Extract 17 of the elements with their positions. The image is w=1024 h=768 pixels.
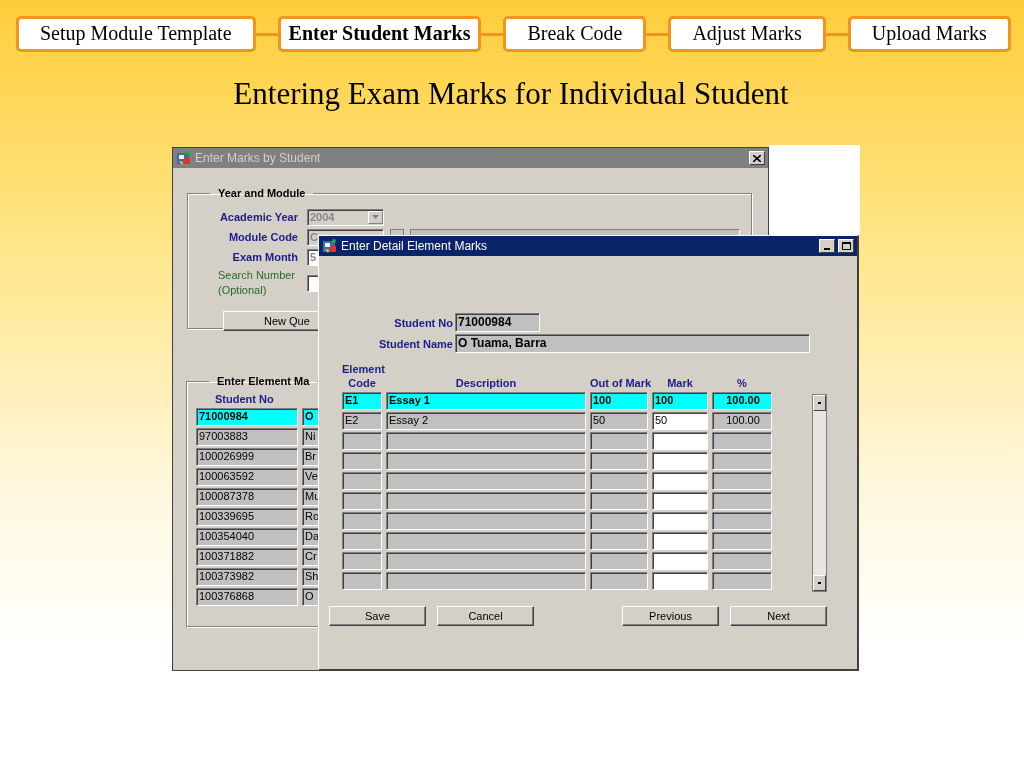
slide-title: Entering Exam Marks for Individual Student	[233, 76, 789, 111]
window-title: Enter Detail Element Marks	[341, 239, 489, 253]
column-header: Mark	[666, 376, 694, 390]
group-title: Year and Module	[217, 187, 307, 199]
field-label: Search Number (Optional)	[217, 268, 297, 298]
column-header: Student No	[215, 393, 274, 405]
column-header: %	[736, 376, 748, 390]
field-label: Exam Month	[231, 251, 298, 263]
student-no-field: 71000984	[455, 313, 540, 332]
window-title: Enter Marks by Student	[195, 151, 322, 165]
student-name-field: O Tuama, Barra	[455, 334, 810, 353]
field-label: Student No	[393, 316, 453, 329]
field-label: Academic Year	[218, 211, 298, 223]
field-label: Module Code	[227, 231, 298, 243]
field-label: Student Name	[378, 337, 453, 350]
column-header: Description	[454, 376, 518, 390]
group-title: Enter Element Ma	[216, 375, 311, 387]
